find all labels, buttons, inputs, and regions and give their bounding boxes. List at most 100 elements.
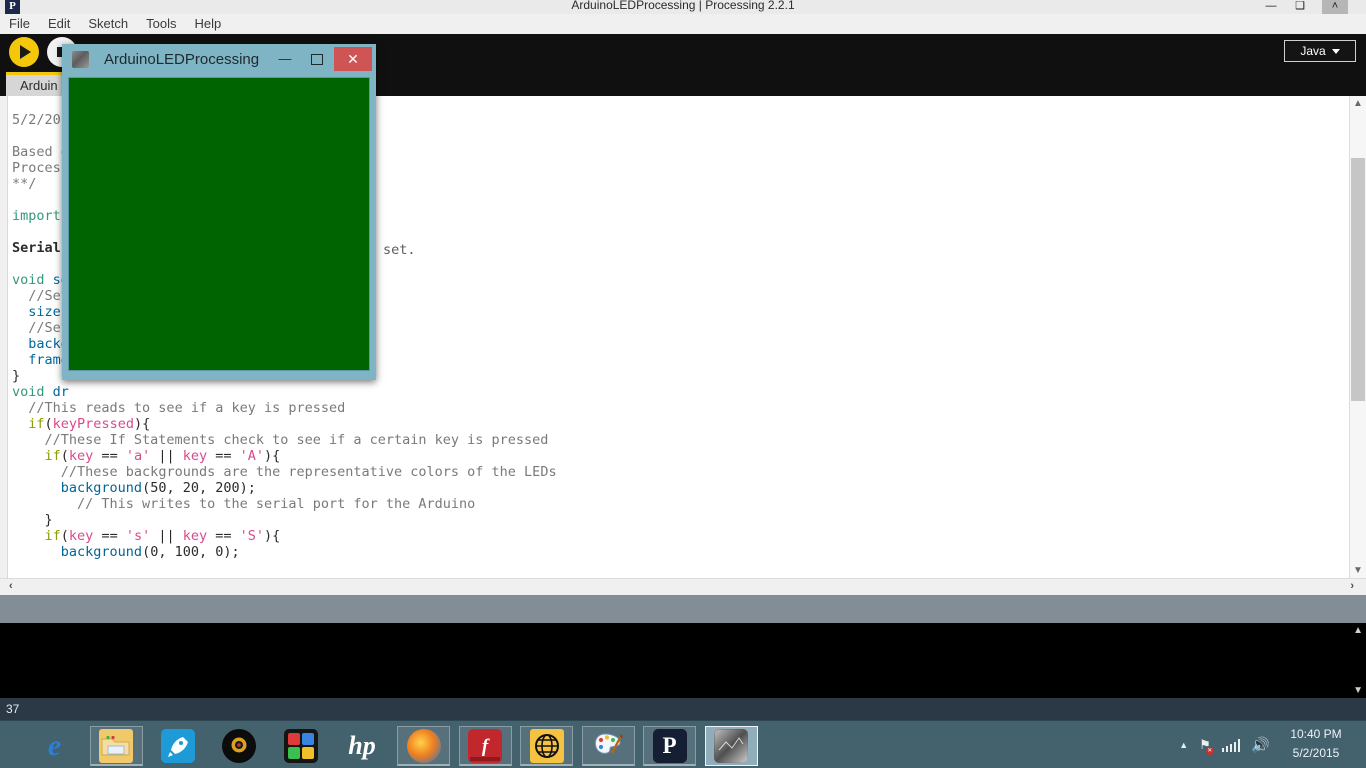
code-line: Process: [12, 160, 69, 176]
code-token: 'a': [125, 447, 151, 464]
code-token: ){: [264, 447, 281, 464]
taskbar-item-hp-support[interactable]: hp: [336, 726, 389, 766]
menu-item-sketch[interactable]: Sketch: [79, 14, 137, 34]
code-token: keyPressed: [52, 415, 134, 432]
code-line: if(key == 's' || key == 'S'){: [12, 527, 281, 544]
show-hidden-icons-button[interactable]: ▲: [1179, 740, 1188, 750]
hp-support-icon: hp: [348, 731, 376, 760]
code-line: void se: [12, 272, 69, 288]
code-token: if: [28, 415, 45, 432]
sketch-canvas[interactable]: [68, 77, 370, 371]
editor-vertical-scrollbar[interactable]: ▲ ▼: [1349, 96, 1366, 578]
code-token: background: [60, 479, 143, 496]
clock-time: 10:40 PM: [1290, 727, 1342, 741]
code-token: ==: [93, 527, 126, 544]
taskbar-item-file-explorer[interactable]: [89, 726, 143, 766]
code-token: // This writes to the serial port for th…: [77, 495, 476, 512]
mode-selector[interactable]: Java: [1284, 40, 1356, 62]
minimize-button[interactable]: —: [1258, 0, 1284, 14]
scroll-up-icon[interactable]: ▲: [1353, 98, 1363, 109]
code-token: ){: [264, 527, 281, 544]
code-line: background(0, 100, 0);: [12, 544, 240, 560]
scroll-right-icon[interactable]: ›: [1350, 580, 1354, 592]
maximize-button[interactable]: ❑: [1287, 0, 1313, 14]
sketch-titlebar[interactable]: ArduinoLEDProcessing — ✕: [62, 44, 376, 75]
taskbar-item-processing-sketch[interactable]: [704, 726, 758, 766]
vscroll-thumb[interactable]: [1351, 158, 1365, 401]
code-line: frame: [12, 352, 69, 368]
menu-item-edit[interactable]: Edit: [39, 14, 79, 34]
code-token: (: [142, 479, 151, 496]
code-token: if: [44, 527, 61, 544]
scroll-down-icon[interactable]: ▼: [1353, 565, 1363, 576]
code-line: size(: [12, 304, 69, 320]
code-right-fragment: set.: [383, 242, 416, 258]
code-token: 50, 20, 200: [150, 479, 240, 496]
taskbar-item-rocket-launcher[interactable]: [151, 726, 204, 766]
taskbar-item-f-red-app[interactable]: f: [458, 726, 512, 766]
sketch-app-icon: [72, 51, 89, 68]
menu-item-help[interactable]: Help: [185, 14, 230, 34]
volume-icon[interactable]: 🔊: [1251, 736, 1270, 754]
puzzle-app-icon: [283, 729, 318, 763]
sketch-run-window[interactable]: ArduinoLEDProcessing — ✕: [62, 44, 376, 380]
console-scroll-up-icon[interactable]: ▲: [1353, 625, 1363, 636]
sketch-minimize-button[interactable]: —: [270, 48, 300, 70]
code-token: 'A': [239, 447, 265, 464]
editor-gutter: [0, 96, 8, 578]
code-token: Based o: [12, 143, 69, 160]
taskbar-item-paint-app[interactable]: [581, 726, 635, 766]
code-line: Based o: [12, 144, 69, 160]
code-token: );: [223, 543, 240, 560]
code-line: Serial: [12, 240, 61, 256]
code-token: (: [60, 527, 69, 544]
taskbar-item-media-player[interactable]: [213, 726, 266, 766]
sketch-window-title: ArduinoLEDProcessing: [104, 51, 260, 68]
taskbar-item-puzzle-app[interactable]: [274, 726, 327, 766]
code-line: import: [12, 208, 61, 224]
taskbar-item-processing-p[interactable]: P: [643, 726, 696, 766]
taskbar-item-firefox[interactable]: [397, 726, 450, 766]
mode-label: Java: [1300, 44, 1326, 58]
window-title: ArduinoLEDProcessing | Processing 2.2.1: [571, 0, 795, 12]
editor-horizontal-scrollbar[interactable]: ‹ ›: [0, 578, 1366, 596]
code-token: 0, 100, 0: [150, 543, 224, 560]
f-red-app-icon: f: [468, 728, 502, 763]
taskbar-item-globe-browser[interactable]: [520, 726, 573, 766]
scroll-left-icon[interactable]: ‹: [9, 580, 13, 592]
code-token: 5/2/201: [12, 111, 69, 128]
taskbar-item-internet-explorer[interactable]: e: [28, 726, 81, 766]
menu-item-file[interactable]: File: [0, 14, 39, 34]
code-token: 'S': [239, 527, 265, 544]
code-line: }: [12, 512, 53, 528]
message-area: [0, 595, 1366, 623]
sketch-maximize-button[interactable]: [302, 48, 332, 70]
code-token: }: [44, 511, 53, 528]
system-tray: ▲ ⚑ 🔊: [1179, 721, 1270, 768]
code-token: ==: [207, 527, 240, 544]
clock[interactable]: 10:40 PM 5/2/2015: [1274, 725, 1358, 763]
code-token: void: [12, 383, 53, 400]
close-button[interactable]: ˄: [1322, 0, 1348, 14]
code-line: //These If Statements check to see if a …: [12, 432, 549, 448]
console-scroll-down-icon[interactable]: ▼: [1353, 685, 1363, 696]
line-number-status: 37: [0, 698, 1366, 720]
code-line: 5/2/201: [12, 112, 69, 128]
processing-sketch-icon: [714, 729, 748, 763]
code-token: background: [60, 543, 143, 560]
code-token: key: [182, 527, 208, 544]
run-button[interactable]: [9, 37, 39, 67]
code-token: ||: [150, 527, 183, 544]
sketch-close-button[interactable]: ✕: [334, 47, 372, 71]
code-line: //Set: [12, 320, 69, 336]
code-token: key: [68, 447, 94, 464]
code-token: dr: [52, 383, 69, 400]
globe-browser-icon: [529, 728, 564, 763]
signal-bars-icon[interactable]: [1221, 738, 1241, 752]
console-output[interactable]: ▲ ▼: [0, 623, 1366, 698]
menu-item-tools[interactable]: Tools: [137, 14, 185, 34]
code-token: import: [12, 207, 61, 224]
code-token: 's': [125, 527, 151, 544]
firefox-icon: [406, 728, 441, 763]
network-error-icon[interactable]: ⚑: [1199, 737, 1214, 755]
